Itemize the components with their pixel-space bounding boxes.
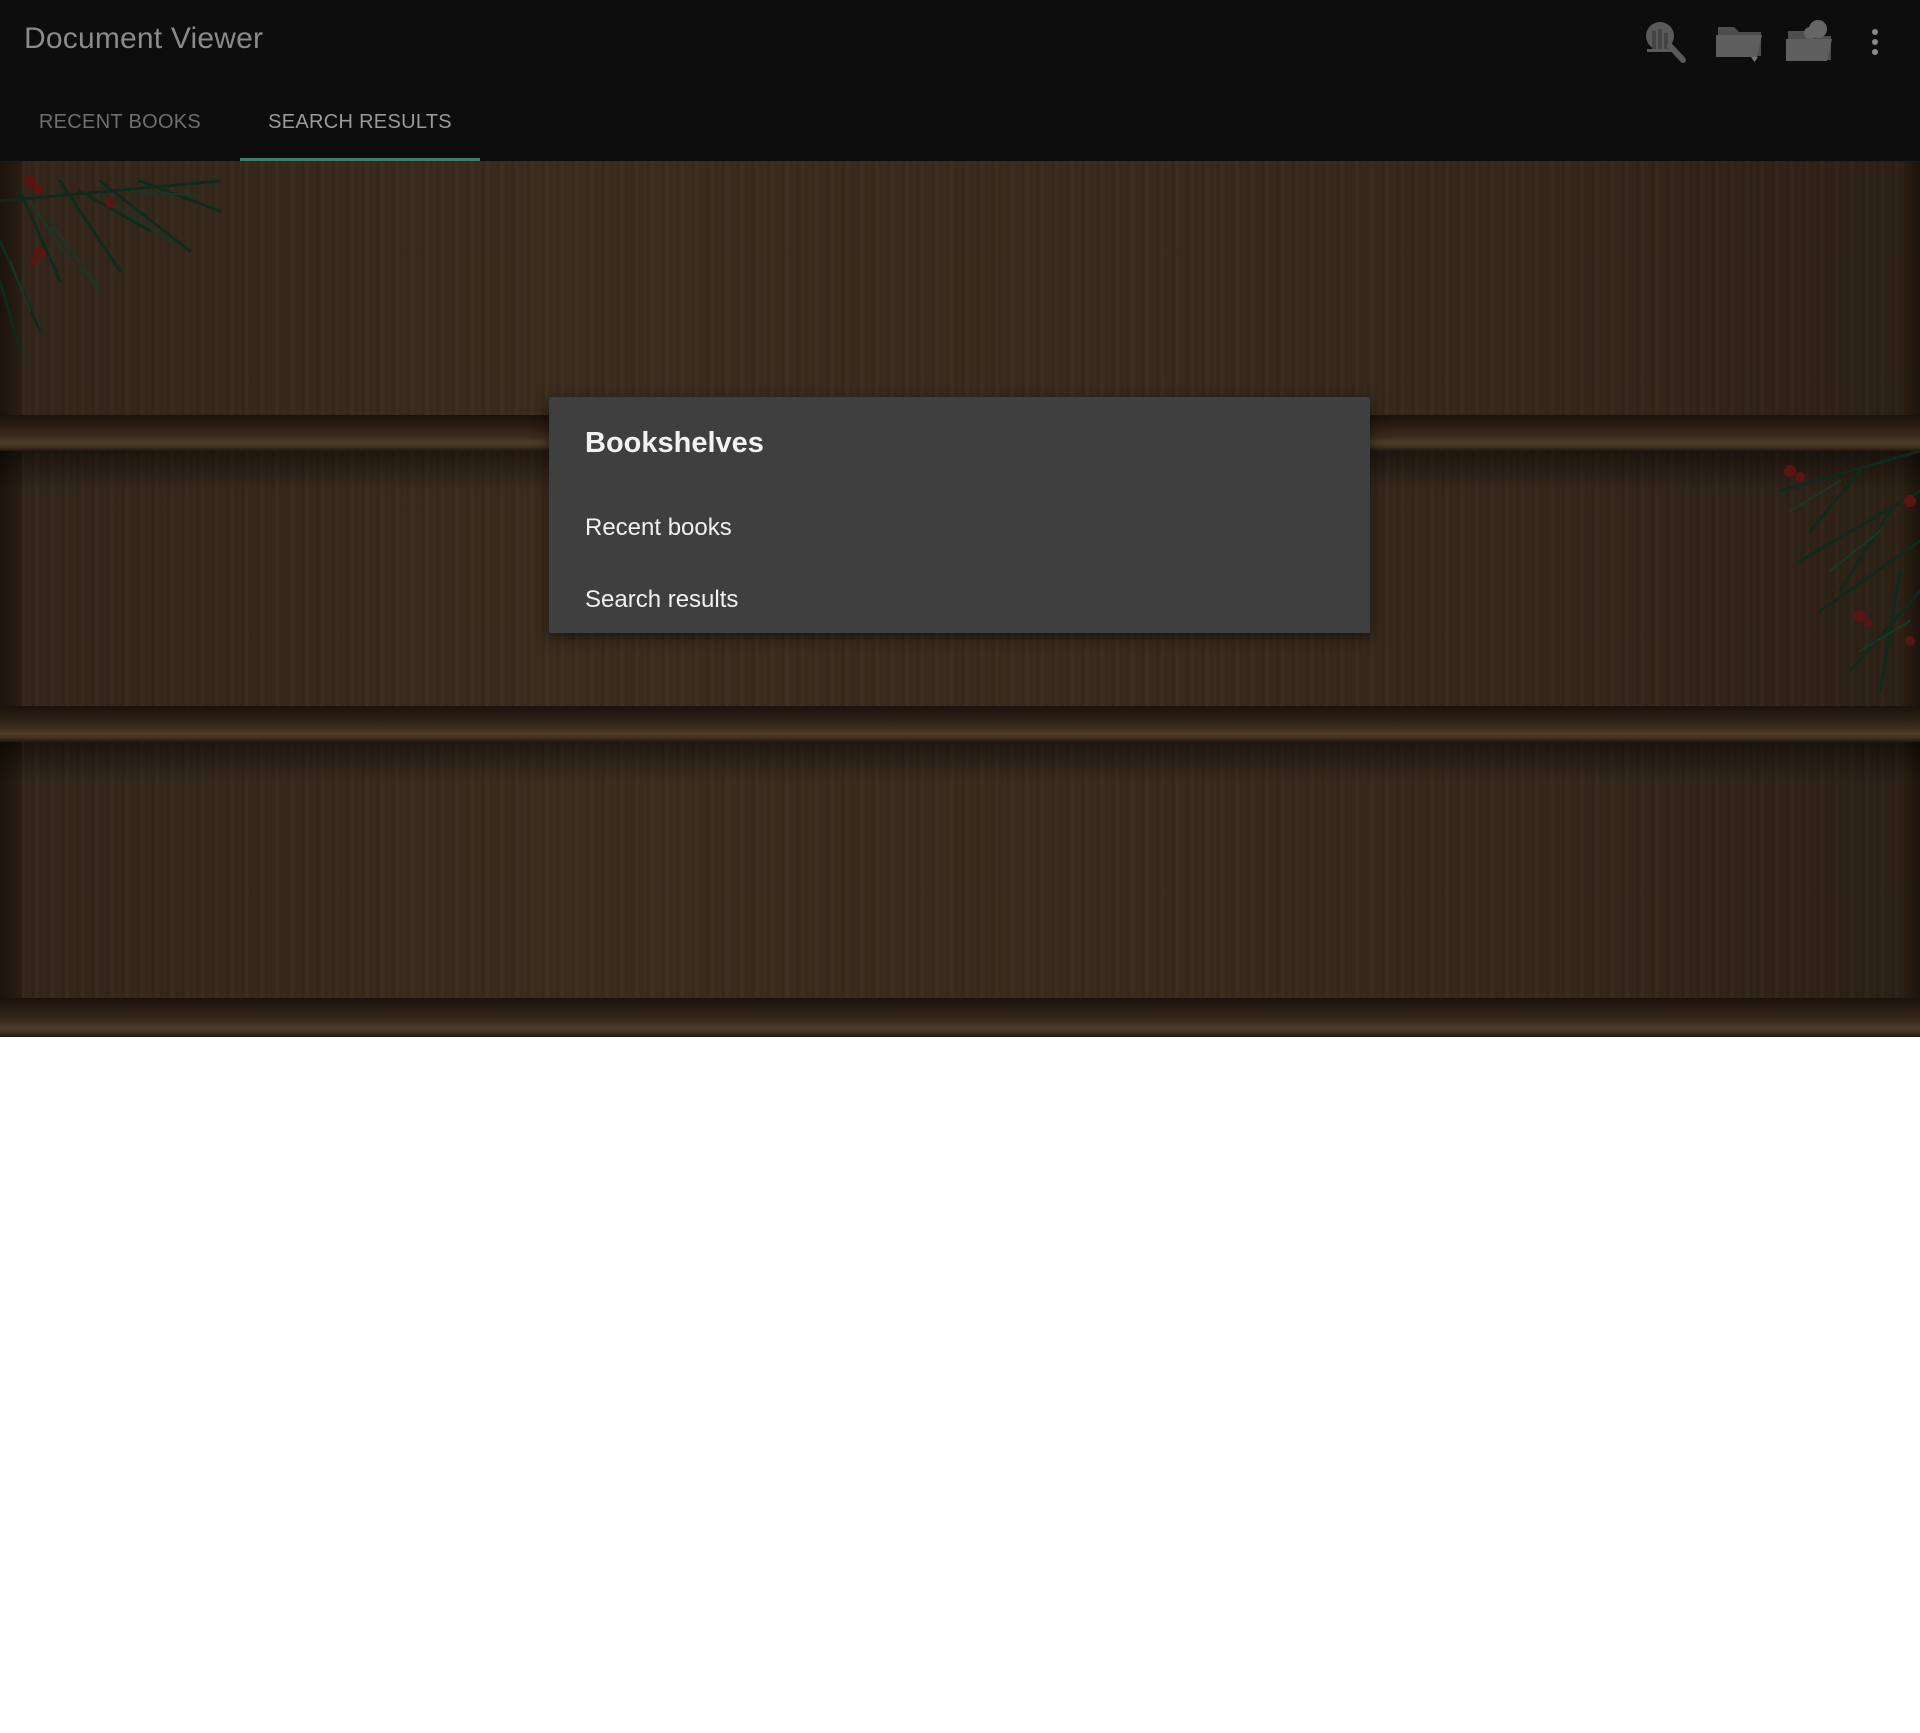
app-window: Document Viewer RECENT BOOKS SEARCH RESU… [0, 0, 1920, 1037]
tab-search-results[interactable]: SEARCH RESULTS [240, 83, 480, 161]
dialog-option-search-results[interactable]: Search results [549, 567, 1370, 633]
cloud-folder-icon[interactable] [1784, 16, 1836, 68]
empty-area [0, 1037, 1920, 1733]
dialog-option-recent-books[interactable]: Recent books [549, 495, 1370, 561]
shelf-board [0, 998, 1920, 1037]
app-title: Document Viewer [24, 22, 264, 55]
tab-label: SEARCH RESULTS [268, 110, 452, 133]
tab-bar: RECENT BOOKS SEARCH RESULTS [0, 83, 1920, 161]
dialog-option-label: Search results [585, 586, 739, 613]
bookshelves-dialog: Bookshelves Recent books Search results [549, 397, 1370, 633]
tab-recent-books[interactable]: RECENT BOOKS [0, 83, 240, 161]
pine-garland-decoration [1778, 451, 1920, 693]
library-search-icon[interactable] [1640, 16, 1692, 68]
dialog-option-label: Recent books [585, 514, 732, 541]
folder-open-icon[interactable] [1714, 16, 1766, 68]
tab-label: RECENT BOOKS [38, 110, 202, 133]
shelf-shadow [0, 742, 1920, 782]
pine-garland-decoration [0, 175, 222, 353]
more-vert-icon[interactable] [1850, 16, 1900, 68]
toolbar: Document Viewer [0, 0, 1920, 83]
shelf-board [0, 706, 1920, 742]
dialog-title: Bookshelves [585, 427, 764, 459]
